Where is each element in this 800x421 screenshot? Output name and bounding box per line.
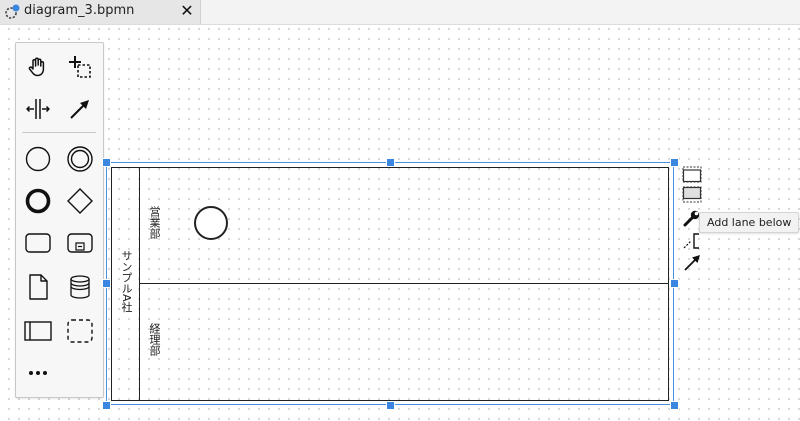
start-event-icon [25, 146, 51, 172]
resize-handle-w[interactable] [102, 279, 111, 288]
start-event[interactable] [194, 206, 228, 240]
data-store-icon [70, 275, 90, 299]
resize-handle-se[interactable] [670, 401, 679, 410]
resize-handle-ne[interactable] [670, 158, 679, 167]
lane-label-accounting: 経理部 [148, 323, 161, 356]
intermediate-event-icon [67, 146, 93, 172]
create-task[interactable] [20, 225, 56, 261]
hand-tool[interactable] [20, 49, 56, 85]
tool-palette [15, 42, 104, 398]
tab-bar: diagram_3.bpmn ✕ [0, 0, 800, 25]
add-lane-above-icon[interactable] [682, 166, 702, 187]
connect-arrow-icon [70, 100, 89, 119]
create-data-object[interactable] [20, 269, 56, 305]
lane-label-sales: 営業部 [148, 206, 161, 239]
palette-separator [22, 132, 96, 133]
create-data-store[interactable] [62, 269, 98, 305]
task-icon [25, 233, 51, 253]
group-icon [67, 319, 93, 343]
resize-handle-n[interactable] [386, 158, 395, 167]
hand-icon [28, 57, 45, 77]
subprocess-icon [67, 233, 93, 253]
create-group[interactable] [62, 313, 98, 349]
pool-header[interactable]: サンプルA社 [112, 168, 140, 400]
create-end-event[interactable] [20, 183, 56, 219]
resize-handle-e[interactable] [670, 279, 679, 288]
tab-title: diagram_3.bpmn [24, 3, 135, 18]
tab-diagram[interactable]: diagram_3.bpmn ✕ [0, 0, 201, 24]
add-lane-below-icon[interactable] [682, 186, 702, 207]
global-connect-tool[interactable] [62, 91, 98, 127]
create-intermediate-event[interactable] [62, 141, 98, 177]
resize-handle-sw[interactable] [102, 401, 111, 410]
lane-divider [140, 283, 668, 284]
create-gateway[interactable] [62, 183, 98, 219]
space-icon [26, 99, 50, 119]
create-subprocess[interactable] [62, 225, 98, 261]
bpmn-file-icon [4, 4, 20, 20]
create-pool[interactable] [20, 313, 56, 349]
tooltip: Add lane below [699, 212, 800, 233]
end-event-icon [25, 188, 51, 214]
pool-icon [24, 321, 52, 341]
close-icon[interactable]: ✕ [178, 1, 196, 21]
connect-icon[interactable] [683, 252, 703, 276]
more-icon[interactable] [20, 361, 56, 385]
lasso-tool[interactable] [62, 49, 98, 85]
resize-handle-nw[interactable] [102, 158, 111, 167]
create-start-event[interactable] [20, 141, 56, 177]
data-object-icon [29, 274, 48, 300]
gateway-icon [67, 188, 93, 214]
pool[interactable]: サンプルA社 営業部 経理部 [111, 167, 669, 401]
lasso-icon [69, 56, 91, 78]
pool-name: サンプルA社 [120, 250, 133, 313]
resize-handle-s[interactable] [386, 401, 395, 410]
space-tool[interactable] [20, 91, 56, 127]
